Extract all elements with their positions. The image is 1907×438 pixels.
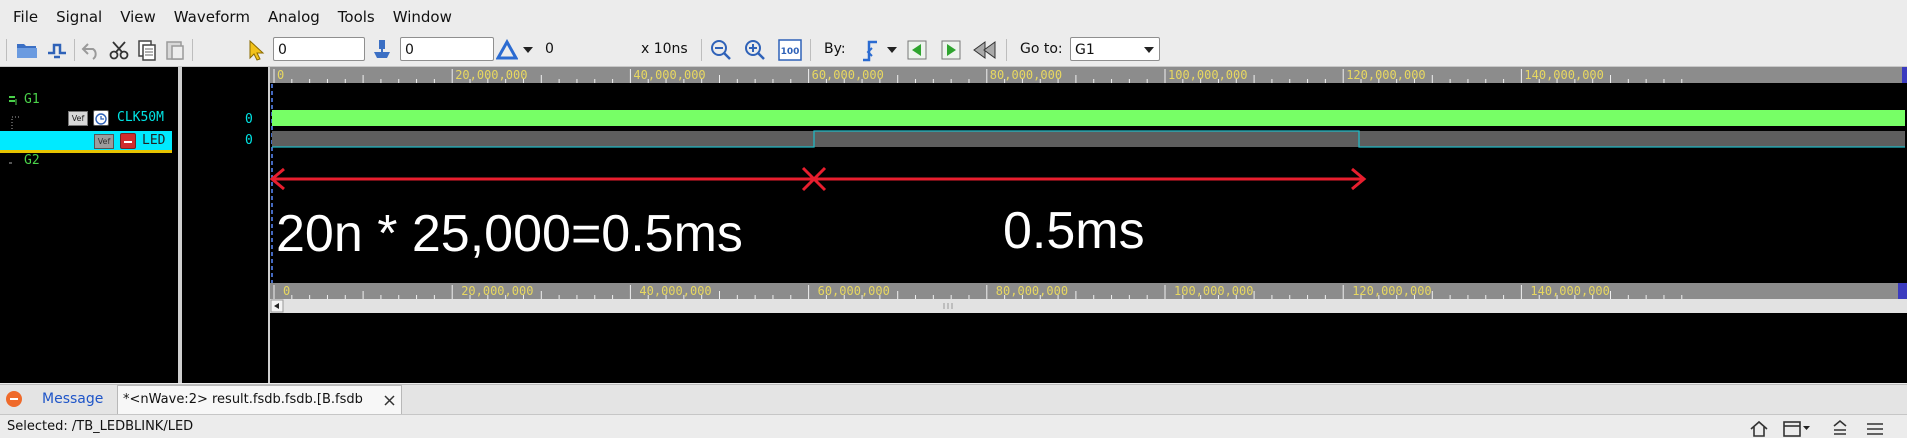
goto-select-value: G1 bbox=[1075, 42, 1095, 58]
bottom-ruler-label: 0 bbox=[283, 284, 290, 298]
signal-clk-name[interactable]: CLK50M bbox=[117, 110, 164, 125]
top-ruler-scroll-marker bbox=[1902, 67, 1907, 83]
tab-message[interactable]: Message bbox=[0, 385, 115, 414]
clock-signal-icon bbox=[93, 110, 109, 126]
waveform-svg: 0 20,000,000 40,000,000 60,000,000 80,000,00… bbox=[270, 67, 1907, 313]
zoom-100-label: 100 bbox=[781, 47, 800, 57]
bottom-ruler-label: 140,000,000 bbox=[1530, 284, 1609, 298]
zoom-in-icon[interactable] bbox=[742, 34, 768, 66]
menu-bar: File Signal View Waveform Analog Tools W… bbox=[0, 0, 1907, 35]
search-forward-icon[interactable] bbox=[938, 34, 964, 66]
paste-icon[interactable] bbox=[162, 34, 188, 66]
menu-window[interactable]: Window bbox=[393, 8, 452, 26]
marker-time-input[interactable]: 0 bbox=[400, 37, 494, 61]
bottom-ruler-label: 20,000,000 bbox=[461, 284, 533, 298]
bottom-ruler-label: 60,000,000 bbox=[818, 284, 890, 298]
menu-file[interactable]: File bbox=[13, 8, 38, 26]
top-ruler-label: 20,000,000 bbox=[455, 68, 527, 82]
bottom-ruler-label: 100,000,000 bbox=[1174, 284, 1253, 298]
group-g1-label[interactable]: G1 bbox=[24, 92, 40, 107]
value-panel: 0 0 bbox=[182, 67, 268, 383]
waveform-canvas[interactable]: 0 20,000,000 40,000,000 60,000,000 80,000,00… bbox=[270, 67, 1907, 383]
copy-icon[interactable] bbox=[134, 34, 160, 66]
search-backward-icon[interactable] bbox=[904, 34, 930, 66]
toolbar-separator bbox=[701, 39, 702, 61]
signal-led-name[interactable]: LED bbox=[142, 133, 165, 148]
clk-waveform bbox=[272, 110, 1905, 126]
top-ruler-label: 140,000,000 bbox=[1524, 68, 1603, 82]
bottom-tab-bar: Message *<nWave:2> result.fsdb.fsdb.[B.f… bbox=[0, 384, 1907, 415]
toolbar-separator bbox=[192, 39, 193, 61]
search-by-label: By: bbox=[824, 41, 846, 57]
clk-value: 0 bbox=[245, 112, 253, 127]
search-by-chevron-icon[interactable] bbox=[884, 34, 900, 66]
toolbar-separator bbox=[6, 39, 7, 61]
tab-nwave[interactable]: *<nWave:2> result.fsdb.fsdb.[B.fsdb bbox=[117, 385, 402, 414]
led-value: 0 bbox=[245, 133, 253, 148]
search-all-backward-icon[interactable] bbox=[970, 34, 1000, 66]
menu-view[interactable]: View bbox=[120, 8, 156, 26]
status-selected-text: Selected: /TB_LEDBLINK/LED bbox=[7, 419, 194, 434]
top-ruler-label: 60,000,000 bbox=[812, 68, 884, 82]
verilog-type-icon: Vef bbox=[94, 134, 114, 149]
top-ruler-label: 0 bbox=[277, 68, 284, 82]
delta-icon bbox=[495, 34, 519, 66]
goto-select[interactable]: G1 bbox=[1070, 37, 1160, 61]
menu-waveform[interactable]: Waveform bbox=[174, 8, 250, 26]
undo-icon[interactable] bbox=[78, 34, 104, 66]
group-g2-label[interactable]: G2 bbox=[24, 153, 40, 168]
menu-signal[interactable]: Signal bbox=[56, 8, 102, 26]
zoom-fit-icon[interactable]: 100 bbox=[776, 34, 804, 66]
toolbar-separator bbox=[810, 39, 811, 61]
menu-lines-icon[interactable] bbox=[1864, 418, 1886, 438]
verilog-type-icon: Vef bbox=[68, 111, 88, 126]
time-unit-label: x 10ns bbox=[641, 41, 688, 57]
menu-tools[interactable]: Tools bbox=[338, 8, 375, 26]
bottom-ruler-label: 40,000,000 bbox=[639, 284, 711, 298]
get-signals-icon[interactable] bbox=[44, 34, 70, 66]
dock-icon[interactable] bbox=[1830, 418, 1850, 438]
marker-icon[interactable] bbox=[368, 34, 396, 66]
cursor-time-input[interactable]: 0 bbox=[273, 37, 365, 61]
goto-chevron-down-icon bbox=[1144, 47, 1154, 53]
top-ruler-label: 100,000,000 bbox=[1168, 68, 1247, 82]
cut-icon[interactable] bbox=[106, 34, 132, 66]
tab-nwave-label: *<nWave:2> result.fsdb.fsdb.[B.fsdb bbox=[123, 392, 363, 407]
bottom-ruler-scroll-marker bbox=[1898, 283, 1907, 299]
toolbar-separator bbox=[74, 39, 75, 61]
message-icon bbox=[6, 391, 22, 407]
delta-value: 0 bbox=[545, 41, 554, 57]
top-ruler-label: 120,000,000 bbox=[1346, 68, 1425, 82]
top-ruler-label: 40,000,000 bbox=[633, 68, 705, 82]
bottom-ruler-label: 120,000,000 bbox=[1352, 284, 1431, 298]
led-waveform bbox=[272, 130, 1905, 148]
output-signal-icon bbox=[120, 133, 136, 149]
horizontal-scrollbar[interactable] bbox=[270, 299, 1907, 313]
close-tab-icon[interactable] bbox=[383, 394, 396, 407]
layout-icon[interactable] bbox=[1782, 418, 1812, 438]
delta-dropdown-chevron-icon[interactable] bbox=[520, 34, 536, 66]
status-bar: Selected: /TB_LEDBLINK/LED bbox=[0, 414, 1907, 438]
zoom-out-icon[interactable] bbox=[708, 34, 734, 66]
home-icon[interactable] bbox=[1748, 418, 1770, 438]
select-pointer-icon[interactable] bbox=[243, 34, 269, 66]
toolbar: 0 0 0 x 10ns 100 By: Go to: G1 bbox=[0, 34, 1907, 67]
signal-list-panel[interactable]: G1 Vef CLK50M Vef LED G2 bbox=[0, 67, 178, 383]
measurement-arrow bbox=[270, 166, 1367, 192]
open-folder-icon[interactable] bbox=[14, 34, 40, 66]
toolbar-separator bbox=[1006, 39, 1007, 61]
menu-analog[interactable]: Analog bbox=[268, 8, 320, 26]
top-ruler-label: 80,000,000 bbox=[990, 68, 1062, 82]
tab-message-label: Message bbox=[42, 391, 104, 407]
annotation-left: 20n * 25,000=0.5ms bbox=[276, 205, 743, 263]
bottom-ruler-label: 80,000,000 bbox=[996, 284, 1068, 298]
goto-label: Go to: bbox=[1020, 41, 1063, 57]
annotation-right: 0.5ms bbox=[1003, 202, 1145, 260]
search-by-edge-icon[interactable] bbox=[858, 34, 882, 66]
